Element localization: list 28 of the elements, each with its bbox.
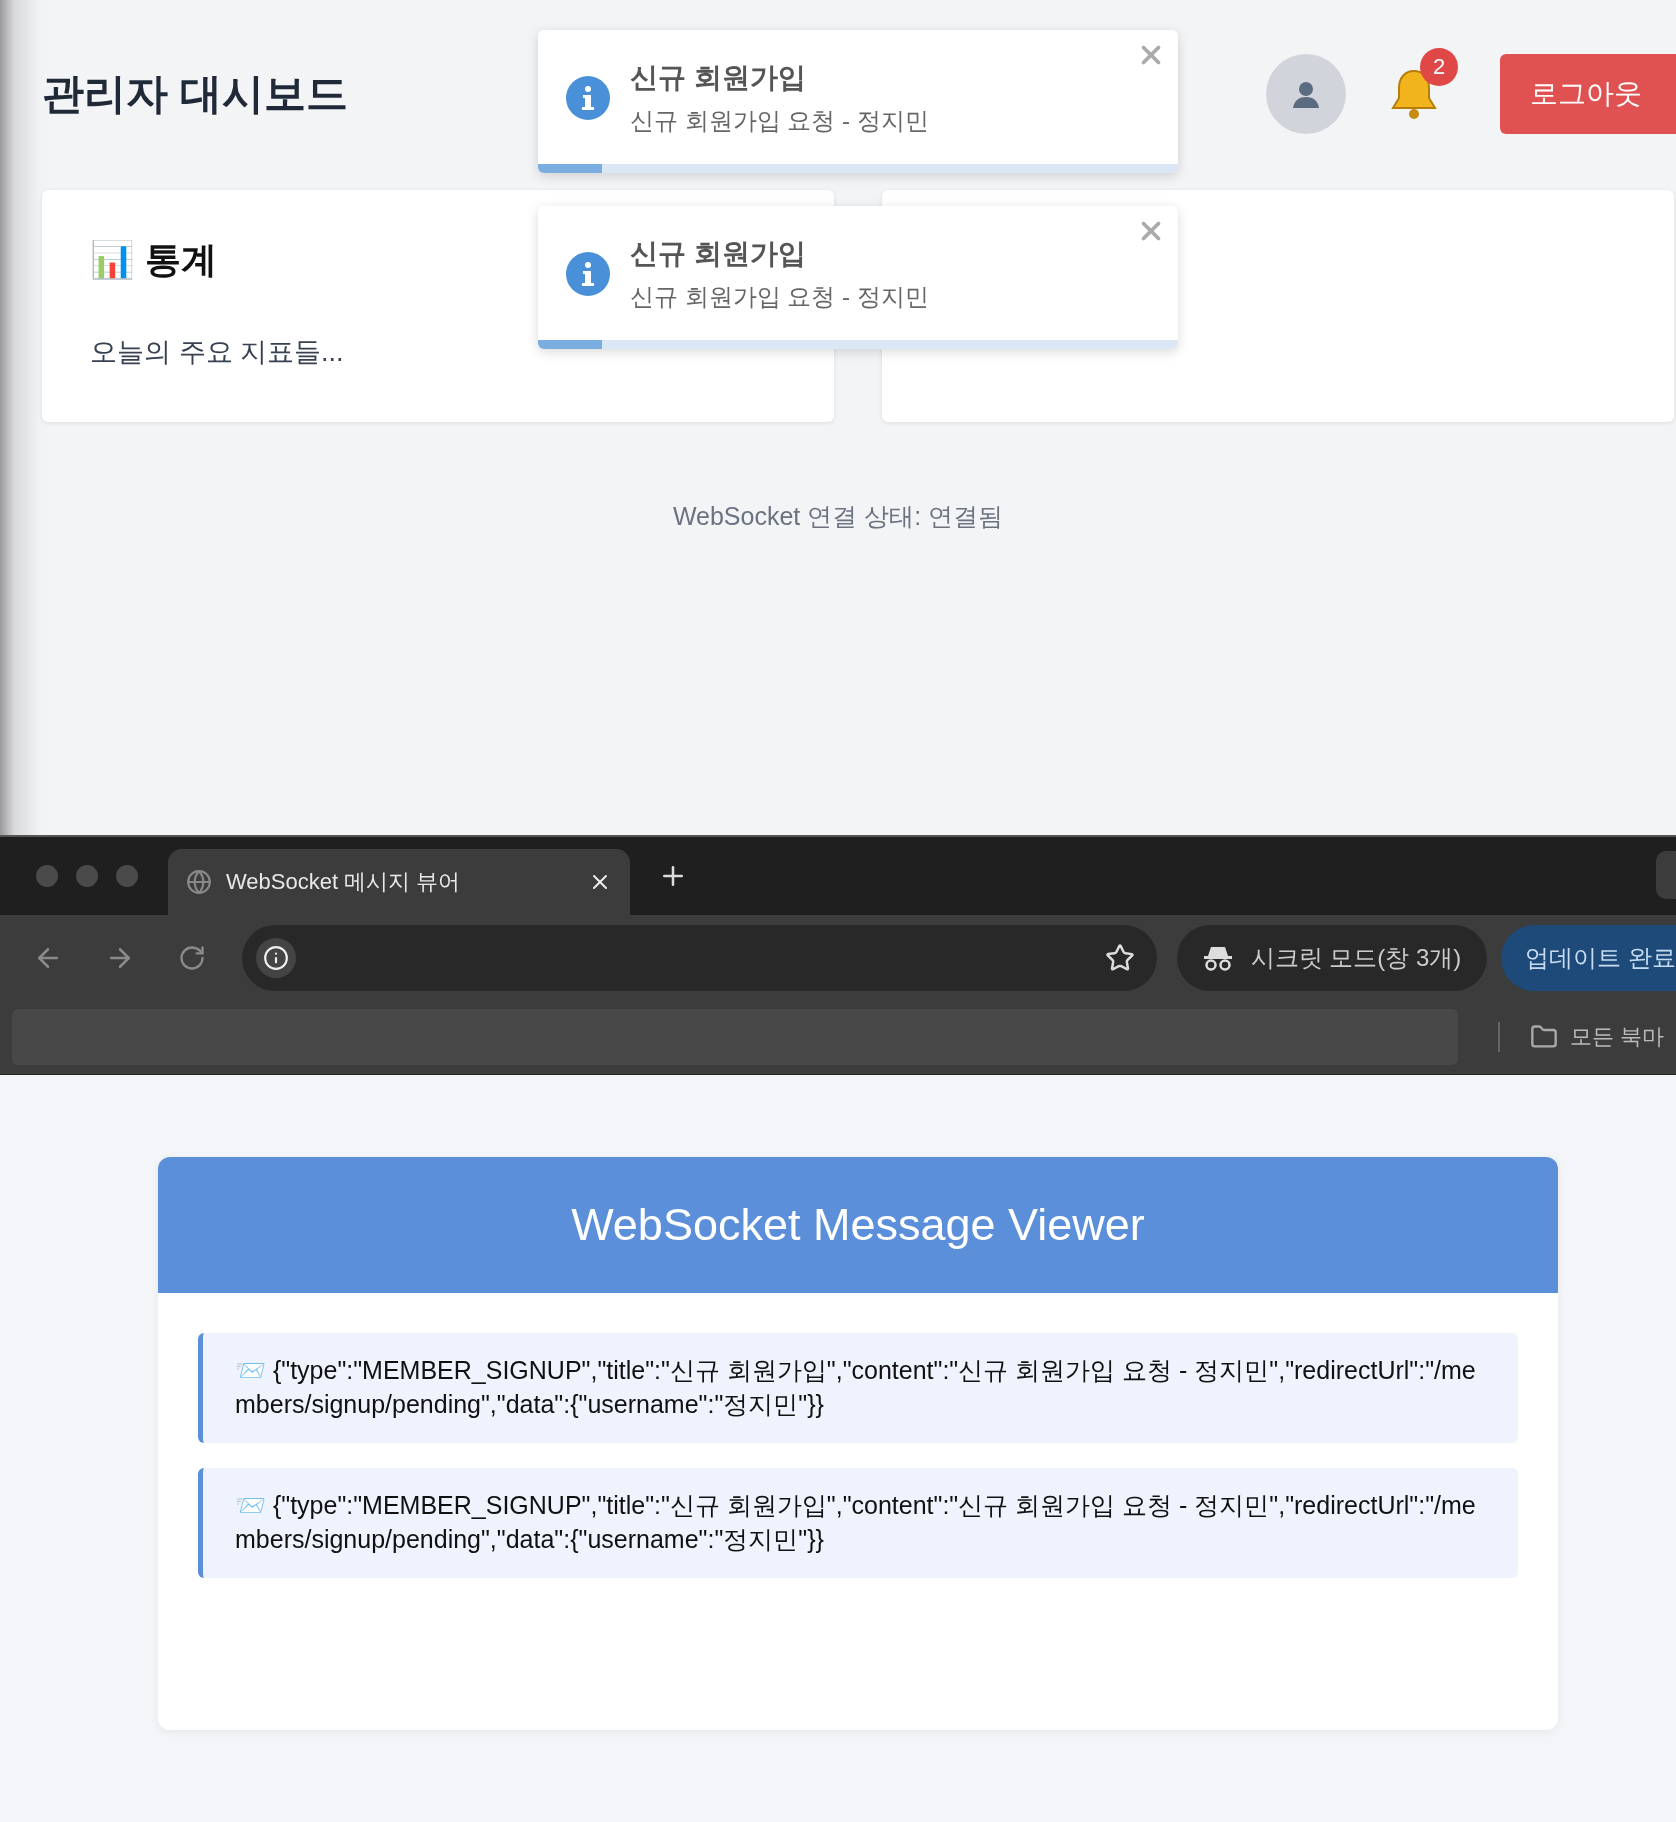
viewer-title: WebSocket Message Viewer — [158, 1157, 1558, 1293]
card-title: 📊 통계 — [90, 239, 217, 280]
window-control[interactable] — [116, 865, 138, 887]
notification-badge: 2 — [1420, 48, 1458, 86]
message-item: 📨 {"type":"MEMBER_SIGNUP","title":"신규 회원가입","content":"신규 회원가입 요청 - 정지민","redirectUrl":"/members/signup/pending","data":{"username":"정지민"}} — [198, 1333, 1518, 1443]
incognito-label: 시크릿 모드(창 3개) — [1250, 942, 1462, 973]
message-item: 📨 {"type":"MEMBER_SIGNUP","title":"신규 회원가입","content":"신규 회원가입 요청 - 정지민","redirectUrl":"/members/signup/pending","data":{"username":"정지민"}} — [198, 1468, 1518, 1578]
toast-title: 신규 회원가입 — [630, 236, 807, 271]
logout-button[interactable]: 로그아웃 — [1500, 54, 1676, 134]
connection-status: WebSocket 연결 상태: 연결됨 — [672, 501, 1004, 532]
tab-title: WebSocket 메시지 뷰어 — [226, 868, 462, 896]
toast-message: 신규 회원가입 요청 - 정지민 — [630, 281, 929, 312]
globe-icon — [186, 869, 212, 895]
info-icon — [566, 75, 610, 120]
incognito-indicator[interactable]: 시크릿 모드(창 3개) — [1176, 924, 1488, 991]
info-icon — [566, 251, 610, 296]
window-control[interactable] — [36, 865, 58, 887]
browser-tab[interactable]: WebSocket 메시지 뷰어 — [168, 849, 630, 915]
toast-message: 신규 회원가입 요청 - 정지민 — [630, 105, 929, 136]
star-icon[interactable] — [1104, 942, 1135, 973]
toast-title: 신규 회원가입 — [630, 60, 807, 95]
window-control[interactable] — [76, 865, 98, 887]
update-button[interactable]: 업데이트 완료 — [1501, 924, 1676, 991]
user-icon — [1291, 79, 1321, 109]
card-text: 오늘의 주요 지표들... — [90, 336, 345, 369]
page-title: 관리자 대시보드 — [42, 69, 348, 119]
bookmarks-folder[interactable]: 모든 북마 — [1530, 1022, 1676, 1052]
folder-icon — [1530, 1023, 1558, 1051]
